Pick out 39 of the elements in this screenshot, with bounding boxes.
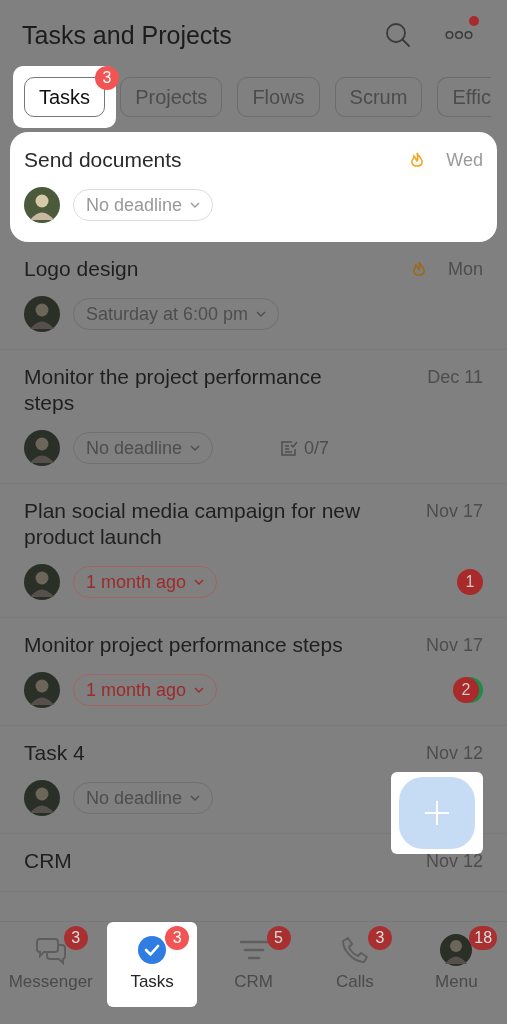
tab-bar-item[interactable]: Tasks 3: [107, 922, 198, 1007]
task-row[interactable]: Send documents Wed No deadline: [10, 132, 497, 242]
avatar-icon: [24, 296, 60, 332]
count-badge: 3: [367, 926, 392, 950]
comment-counter: 2: [453, 677, 479, 703]
task-title: Plan social media campaign for new product launch: [24, 498, 362, 550]
caret-icon: [190, 202, 201, 208]
search-icon[interactable]: [385, 22, 411, 48]
count-badge: 3: [63, 926, 88, 950]
count-badge: 5: [266, 926, 291, 950]
avatar-icon: [24, 187, 60, 223]
avatar-icon: [24, 430, 60, 466]
more-icon[interactable]: [445, 30, 473, 40]
checklist-icon: [280, 439, 299, 457]
plus-icon: [424, 800, 450, 826]
page-title: Tasks and Projects: [22, 20, 233, 50]
comment-counter: 1: [457, 569, 483, 595]
task-date: Wed: [446, 149, 483, 172]
task-title: Monitor the project performance steps: [24, 364, 323, 416]
task-title: Task 4: [24, 740, 85, 766]
avatar-icon: [24, 564, 60, 600]
chat-icon: [34, 935, 67, 965]
check-circle-icon: [137, 935, 168, 965]
task-title: Send documents: [24, 147, 182, 173]
caret-icon: [190, 445, 201, 451]
caret-icon: [194, 579, 205, 585]
caret-icon: [190, 795, 201, 801]
caret-icon: [256, 311, 267, 317]
count-badge: 3: [165, 926, 190, 950]
caret-icon: [194, 687, 205, 693]
count-badge: 18: [469, 926, 498, 950]
count-badge: 3: [95, 66, 119, 90]
avatar-icon: [24, 672, 60, 708]
task-title: Monitor project performance steps: [24, 632, 343, 658]
avatar-icon: [24, 780, 60, 816]
task-title: CRM: [24, 848, 72, 874]
phone-icon: [339, 935, 370, 965]
task-title: Logo design: [24, 256, 139, 282]
avatar-icon: [440, 934, 473, 966]
